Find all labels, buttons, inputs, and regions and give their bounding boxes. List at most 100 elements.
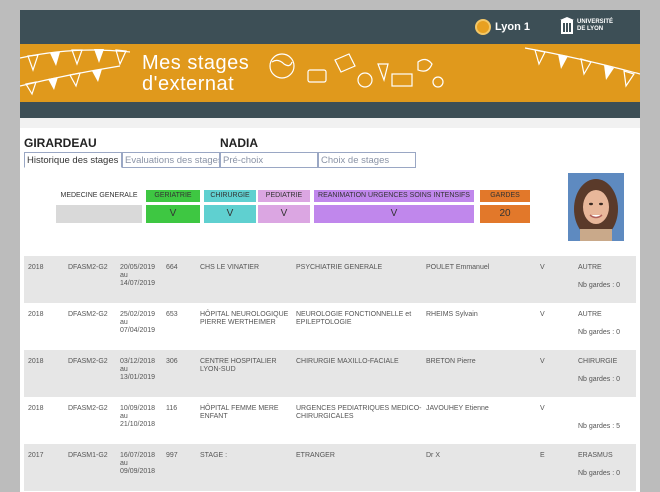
tab-historique[interactable]: Historique des stages (24, 152, 122, 168)
stat-medecine-generale: MEDECINE GENERALE (56, 190, 142, 224)
table-row[interactable]: 2018 DFASM2-G2 10/09/2018 au 21/10/2018 … (24, 397, 636, 444)
stage-supervisor: POULET Emmanuel (426, 264, 490, 271)
stage-dates: 10/09/2018 au 21/10/2018 (120, 405, 160, 429)
stage-category: ERASMUS (578, 452, 613, 459)
content-top-divider (20, 118, 640, 128)
stat-label: REANIMATION URGENCES SOINS INTENSIFS (314, 190, 474, 202)
stat-gardes: GARDES 20 (480, 190, 530, 224)
stage-year: 2018 (28, 264, 44, 271)
banner-title-line1: Mes stages (142, 52, 250, 74)
stage-date-start: 03/12/2018 (120, 358, 156, 365)
stat-reanimation: REANIMATION URGENCES SOINS INTENSIFS V (314, 190, 474, 224)
lyon1-logo-icon (475, 19, 491, 35)
stage-site: STAGE : (200, 452, 228, 459)
stat-value: V (314, 205, 474, 223)
stage-date-end: 13/01/2019 (120, 374, 156, 381)
university-building-icon (560, 17, 574, 34)
student-first-name: NADIA (220, 136, 258, 150)
stage-validation: V (540, 264, 545, 271)
stat-label: MEDECINE GENERALE (60, 192, 138, 199)
stage-dates: 16/07/2018 au 09/09/2018 (120, 452, 160, 476)
stage-supervisor: JAVOUHEY Etienne (426, 405, 489, 412)
stage-dates: 20/05/2019 au 14/07/2019 (120, 264, 160, 288)
stage-date-sep: au (120, 366, 128, 373)
stage-gardes: Nb gardes : 0 (578, 329, 621, 336)
stage-date-end: 21/10/2018 (120, 421, 156, 428)
stage-site: HÔPITAL NEUROLOGIQUE PIERRE WERTHEIMER (200, 311, 289, 326)
stage-date-sep: au (120, 413, 128, 420)
student-photo-image (568, 173, 624, 241)
stage-code: 116 (166, 405, 178, 412)
table-row[interactable]: 2018 DFASM2-G2 20/05/2019 au 14/07/2019 … (24, 256, 636, 303)
stage-validation: E (540, 452, 545, 459)
stage-year: 2018 (28, 358, 44, 365)
stage-gardes: Nb gardes : 0 (578, 282, 621, 289)
lyon1-label: Lyon 1 (495, 21, 531, 33)
tab-choix[interactable]: Choix de stages (318, 152, 416, 168)
table-row[interactable]: 2018 DFASM2-G2 03/12/2018 au 13/01/2019 … (24, 350, 636, 397)
tab-pre-choix[interactable]: Pré-choix (220, 152, 318, 168)
table-row[interactable]: 2017 DFASM1-G2 16/07/2018 au 09/09/2018 … (24, 444, 636, 491)
lyon1-logo-link[interactable]: Lyon 1 (475, 18, 530, 36)
stage-level: DFASM2-G2 (68, 405, 108, 412)
stat-label: GARDES (480, 190, 530, 202)
stage-gardes: Nb gardes : 0 (578, 470, 621, 477)
stage-supervisor: Dr X (426, 452, 440, 459)
stage-code: 653 (166, 311, 178, 318)
stage-service: NEUROLOGIE FONCTIONNELLE et EPILEPTOLOGI… (296, 311, 412, 326)
stage-date-end: 14/07/2019 (120, 280, 156, 287)
stage-year: 2018 (28, 311, 44, 318)
stage-level: DFASM1-G2 (68, 452, 108, 459)
stat-value (56, 205, 142, 223)
stage-level: DFASM2-G2 (68, 264, 108, 271)
tab-bar: Historique des stages Evaluations des st… (24, 152, 416, 168)
stat-label: CHIRURGIE (204, 190, 256, 202)
stage-service: PSYCHIATRIE GENERALE (296, 264, 383, 271)
stage-code: 997 (166, 452, 178, 459)
stage-service: CHIRURGIE MAXILLO-FACIALE (296, 358, 399, 365)
stage-dates: 25/02/2019 au 07/04/2019 (120, 311, 160, 335)
stage-supervisor: BRETON Pierre (426, 358, 476, 365)
stage-level: DFASM2-G2 (68, 311, 108, 318)
stages-table: 2018 DFASM2-G2 20/05/2019 au 14/07/2019 … (24, 256, 636, 491)
university-line1: UNIVERSITÉ (577, 19, 614, 25)
banner-title: Mes stages d'externat (142, 53, 249, 95)
stage-date-start: 10/09/2018 (120, 405, 156, 412)
table-row[interactable]: 2018 DFASM2-G2 25/02/2019 au 07/04/2019 … (24, 303, 636, 350)
stage-service: URGENCES PEDIATRIQUES MEDICO-CHIRURGICAL… (296, 405, 422, 420)
stage-category: CHIRURGIE (578, 358, 618, 365)
universite-de-lyon-logo[interactable]: UNIVERSITÉ DE LYON (560, 17, 613, 35)
stat-pediatrie: PEDIATRIE V (258, 190, 310, 224)
stage-date-start: 16/07/2018 (120, 452, 156, 459)
stage-date-start: 20/05/2019 (120, 264, 156, 271)
stage-date-sep: au (120, 460, 128, 467)
stage-date-end: 09/09/2018 (120, 468, 156, 475)
tab-evaluations[interactable]: Evaluations des stages (122, 152, 220, 168)
stat-label: GERIATRIE (146, 190, 200, 202)
stage-site: CHS LE VINATIER (200, 264, 259, 271)
stage-date-start: 25/02/2019 (120, 311, 156, 318)
stage-code: 664 (166, 264, 178, 271)
stage-date-end: 07/04/2019 (120, 327, 156, 334)
app-frame: Lyon 1 UNIVERSITÉ DE LYON Mes stages d'e… (20, 10, 640, 492)
stage-year: 2018 (28, 405, 44, 412)
top-bar: Lyon 1 UNIVERSITÉ DE LYON (20, 10, 640, 44)
stage-gardes: Nb gardes : 5 (578, 423, 621, 430)
stage-dates: 03/12/2018 au 13/01/2019 (120, 358, 160, 382)
stat-label: PEDIATRIE (258, 190, 310, 202)
stage-validation: V (540, 311, 545, 318)
stage-validation: V (540, 358, 545, 365)
stat-chirurgie: CHIRURGIE V (204, 190, 256, 224)
stage-date-sep: au (120, 319, 128, 326)
stage-category: AUTRE (578, 264, 602, 271)
stage-year: 2017 (28, 452, 44, 459)
student-last-name: GIRARDEAU (24, 136, 97, 150)
stage-code: 306 (166, 358, 178, 365)
stat-value: V (258, 205, 310, 223)
stage-level: DFASM2-G2 (68, 358, 108, 365)
stat-geriatrie: GERIATRIE V (146, 190, 200, 224)
bunting-decoration (20, 47, 640, 96)
university-line2: DE LYON (577, 26, 604, 32)
stage-validation: V (540, 405, 545, 412)
banner-title-line2: d'externat (142, 73, 235, 95)
